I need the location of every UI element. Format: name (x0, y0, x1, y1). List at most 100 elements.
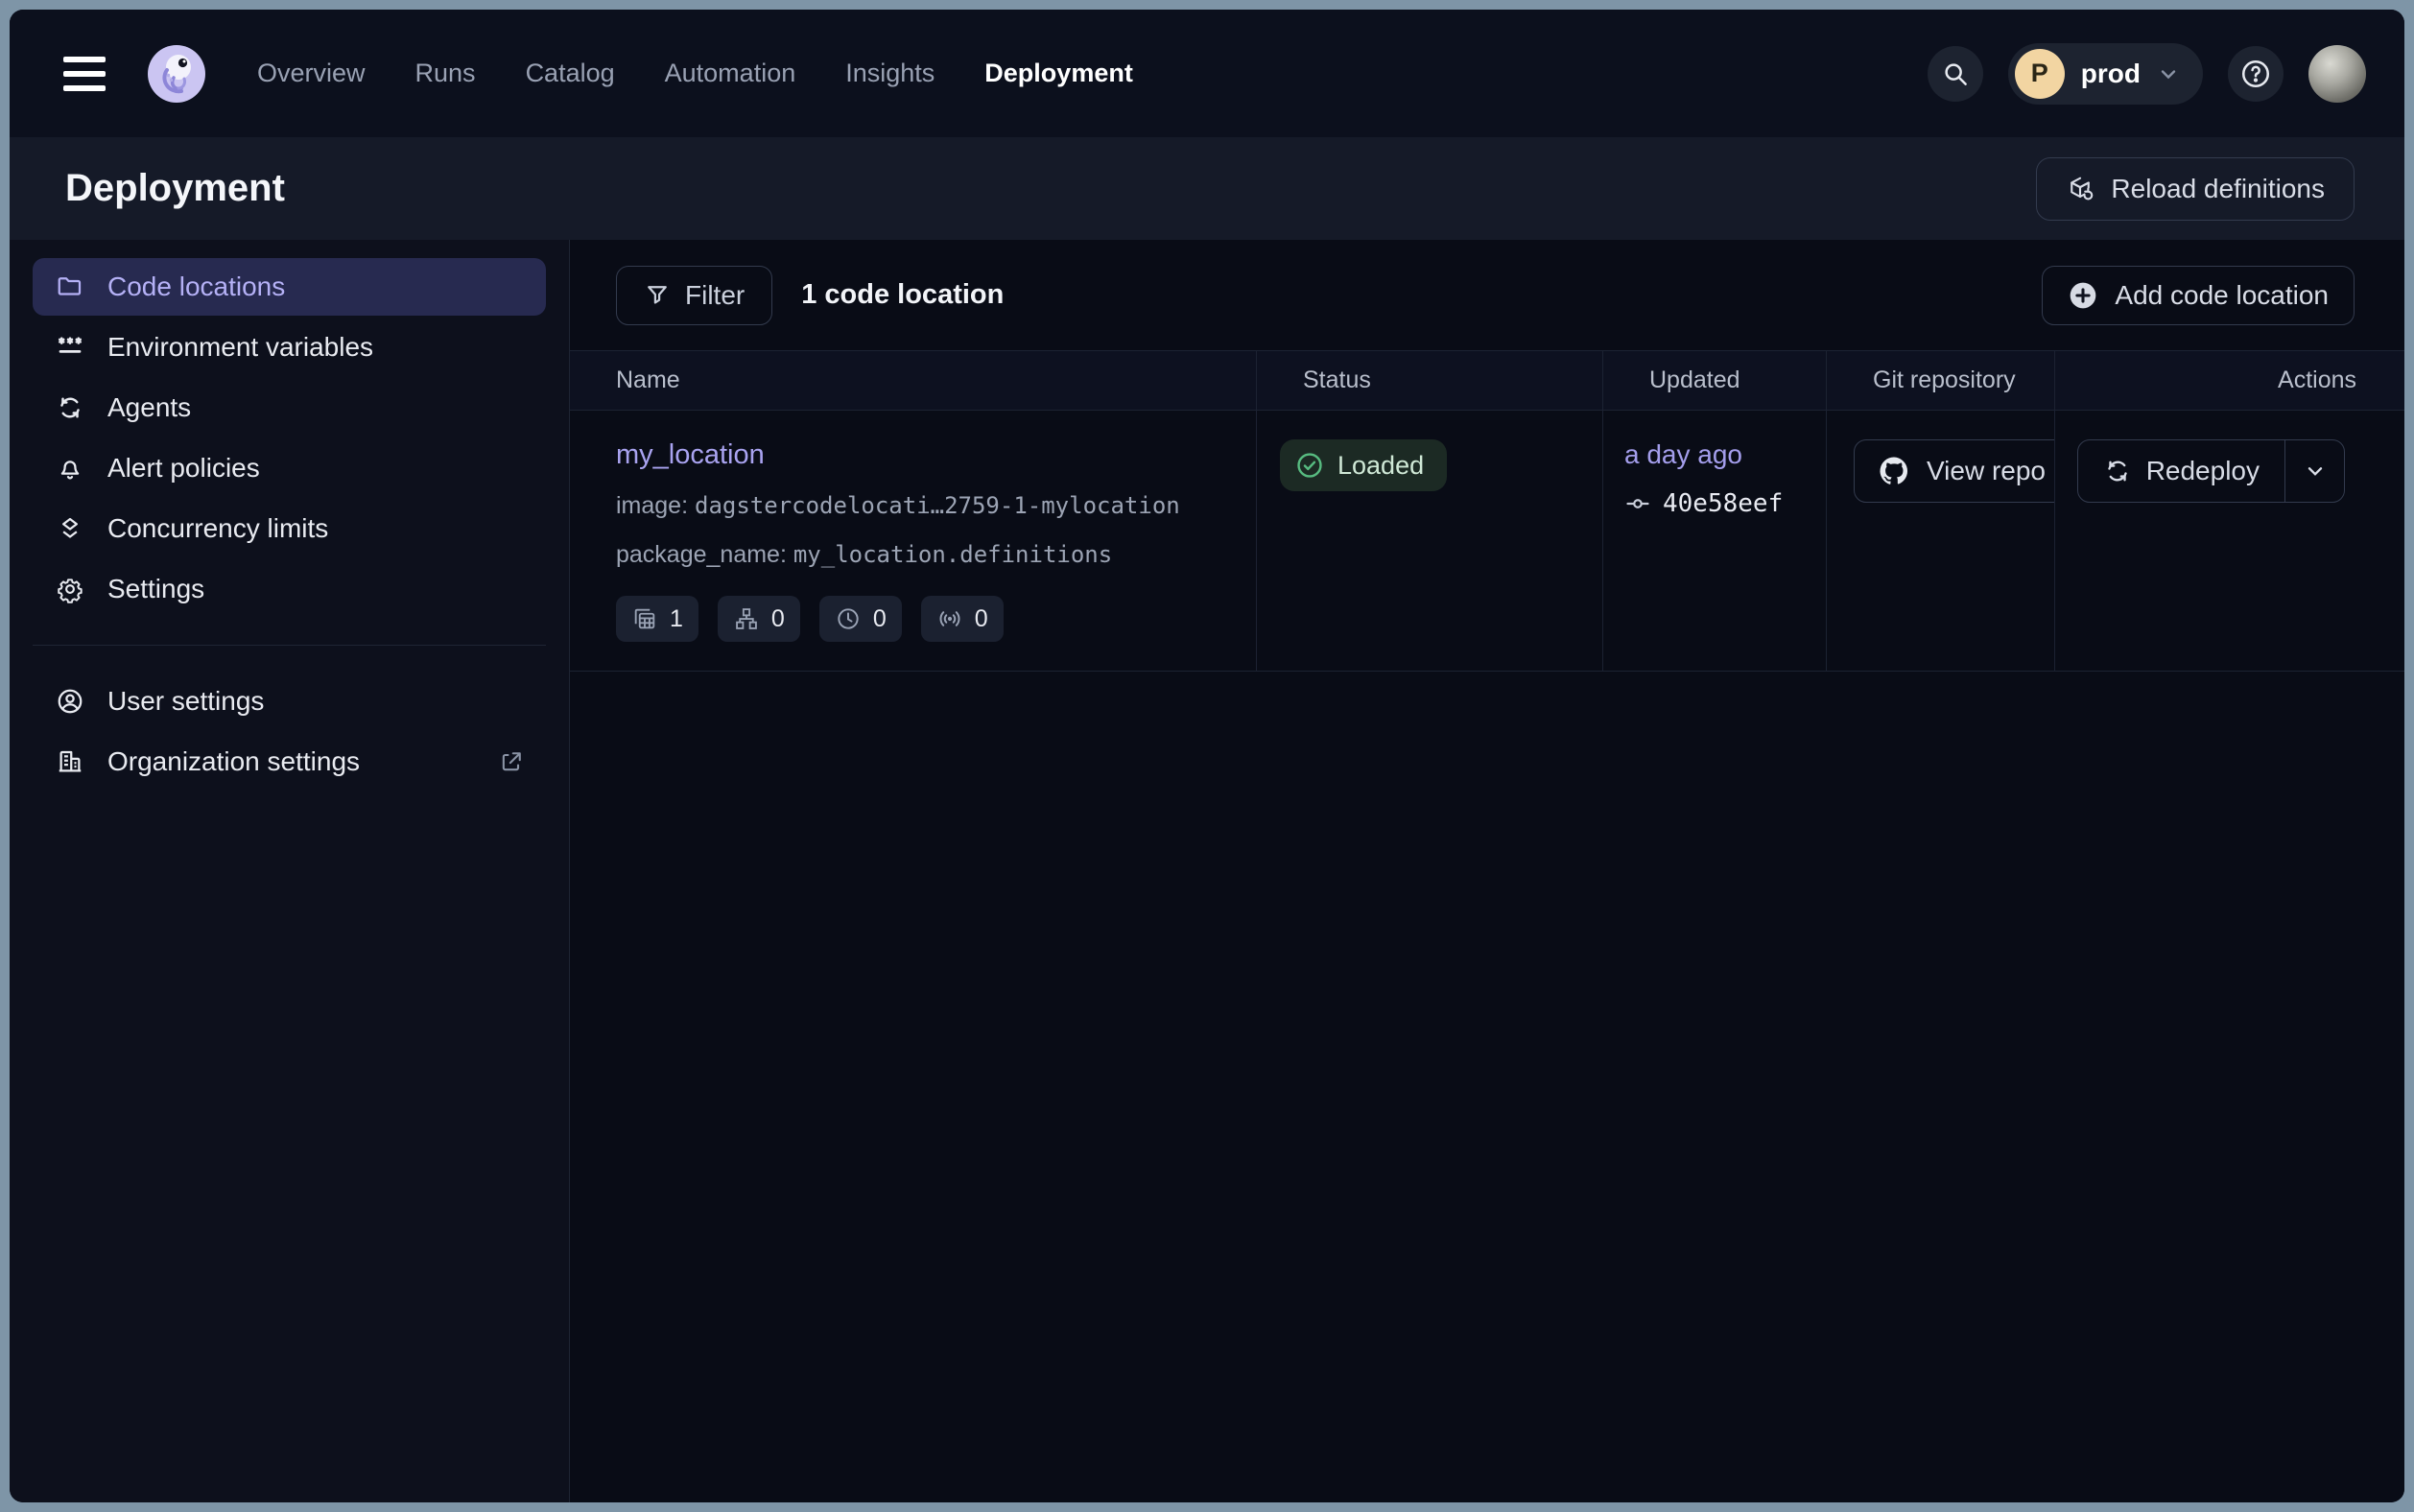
github-icon (1878, 455, 1910, 487)
schedules-badge[interactable]: 0 (819, 596, 902, 642)
column-header-updated: Updated (1602, 351, 1826, 410)
toolbar: Filter 1 code location Add code location (570, 240, 2404, 350)
search-icon (1941, 59, 1970, 88)
octopus-logo-icon (146, 43, 207, 105)
column-header-git-repository: Git repository (1826, 351, 2054, 410)
package-label: package_name: (616, 541, 787, 568)
view-repo-label: View repo (1927, 456, 2046, 486)
sidebar-item-organization-settings[interactable]: Organization settings (33, 733, 546, 791)
plus-circle-icon (2068, 280, 2098, 311)
sidebar: Code locations Environment variables Age… (10, 240, 570, 1502)
sidebar-item-agents[interactable]: Agents (33, 379, 546, 437)
nav-catalog[interactable]: Catalog (526, 59, 615, 88)
content-area: Filter 1 code location Add code location… (570, 240, 2404, 1502)
status-badge: Loaded (1280, 439, 1447, 491)
sidebar-item-concurrency-limits[interactable]: Concurrency limits (33, 500, 546, 557)
redeploy-menu-button[interactable] (2284, 440, 2344, 502)
sidebar-divider (33, 645, 546, 646)
sidebar-item-settings[interactable]: Settings (33, 560, 546, 618)
check-circle-icon (1294, 450, 1325, 481)
sidebar-item-label: Organization settings (107, 746, 360, 777)
agents-icon (56, 393, 84, 422)
help-icon (2239, 58, 2272, 90)
page-title: Deployment (65, 167, 285, 210)
updated-cell: a day ago 40e58eef (1602, 411, 1826, 671)
updated-time-link[interactable]: a day ago (1624, 439, 1742, 470)
sidebar-item-label: User settings (107, 686, 264, 717)
sidebar-item-label: Settings (107, 574, 204, 604)
primary-nav: Overview Runs Catalog Automation Insight… (257, 59, 1133, 88)
package-meta: package_name: my_location.definitions (616, 541, 1256, 569)
nav-runs[interactable]: Runs (415, 59, 476, 88)
column-header-status: Status (1256, 351, 1602, 410)
status-cell: Loaded (1256, 411, 1602, 671)
graph-icon (733, 605, 760, 632)
sidebar-item-label: Code locations (107, 272, 285, 302)
sensors-badge[interactable]: 0 (921, 596, 1004, 642)
redeploy-button[interactable]: Redeploy (2078, 440, 2284, 502)
redeploy-label: Redeploy (2146, 456, 2260, 486)
view-repo-button[interactable]: View repo (1854, 439, 2054, 503)
sidebar-item-code-locations[interactable]: Code locations (33, 258, 546, 316)
name-cell: my_location image: dagstercodelocati…275… (570, 411, 1256, 671)
filter-label: Filter (685, 280, 745, 311)
jobs-badge[interactable]: 1 (616, 596, 698, 642)
image-label: image: (616, 492, 688, 519)
sidebar-item-label: Concurrency limits (107, 513, 328, 544)
refresh-icon (2103, 457, 2132, 485)
code-location-link[interactable]: my_location (616, 439, 765, 471)
sensor-icon (936, 605, 963, 632)
nav-overview[interactable]: Overview (257, 59, 366, 88)
sidebar-item-label: Agents (107, 392, 191, 423)
sensors-count: 0 (975, 605, 988, 633)
schedule-icon (835, 605, 862, 632)
hamburger-menu-icon[interactable] (63, 57, 106, 91)
dagster-logo[interactable] (146, 43, 207, 105)
deployment-name: prod (2081, 59, 2141, 89)
deployment-initial-badge: P (2015, 49, 2065, 99)
graphs-count: 0 (771, 605, 785, 633)
chevron-down-icon (2303, 459, 2328, 484)
add-code-location-button[interactable]: Add code location (2042, 266, 2355, 325)
user-avatar[interactable] (2308, 45, 2366, 103)
column-header-name: Name (570, 351, 1256, 410)
nav-automation[interactable]: Automation (665, 59, 796, 88)
organization-icon (56, 747, 84, 776)
folder-icon (56, 272, 84, 301)
sidebar-item-user-settings[interactable]: User settings (33, 673, 546, 730)
app-window: Overview Runs Catalog Automation Insight… (10, 10, 2404, 1502)
main-area: Code locations Environment variables Age… (10, 240, 2404, 1502)
column-header-actions: Actions (2054, 351, 2404, 410)
table-header: Name Status Updated Git repository Actio… (570, 350, 2404, 411)
jobs-count: 1 (670, 605, 683, 633)
commit-row: 40e58eef (1624, 489, 1826, 518)
git-repository-cell: View repo (1826, 411, 2054, 671)
user-icon (56, 687, 84, 716)
commit-icon (1624, 490, 1651, 517)
nav-insights[interactable]: Insights (845, 59, 935, 88)
deployment-switcher[interactable]: P prod (2008, 43, 2203, 105)
gear-icon (56, 575, 84, 603)
search-button[interactable] (1928, 46, 1983, 102)
sidebar-item-label: Alert policies (107, 453, 260, 484)
schedules-count: 0 (873, 605, 887, 633)
bell-icon (56, 454, 84, 483)
reload-definitions-icon (2066, 175, 2094, 203)
image-value: dagstercodelocati…2759-1-mylocation (695, 492, 1180, 519)
jobs-icon (631, 605, 658, 632)
reload-definitions-label: Reload definitions (2111, 174, 2325, 204)
graphs-badge[interactable]: 0 (718, 596, 800, 642)
filter-button[interactable]: Filter (616, 266, 772, 325)
image-meta: image: dagstercodelocati…2759-1-mylocati… (616, 492, 1256, 520)
redeploy-split-button: Redeploy (2077, 439, 2345, 503)
nav-deployment[interactable]: Deployment (984, 59, 1133, 88)
sidebar-item-environment-variables[interactable]: Environment variables (33, 319, 546, 376)
sidebar-item-alert-policies[interactable]: Alert policies (33, 439, 546, 497)
concurrency-icon (56, 514, 84, 543)
add-code-location-label: Add code location (2115, 280, 2329, 311)
help-button[interactable] (2228, 46, 2284, 102)
table-row: my_location image: dagstercodelocati…275… (570, 411, 2404, 672)
reload-definitions-button[interactable]: Reload definitions (2036, 157, 2355, 221)
actions-cell: Redeploy (2054, 411, 2404, 671)
page-header: Deployment Reload definitions (10, 137, 2404, 240)
